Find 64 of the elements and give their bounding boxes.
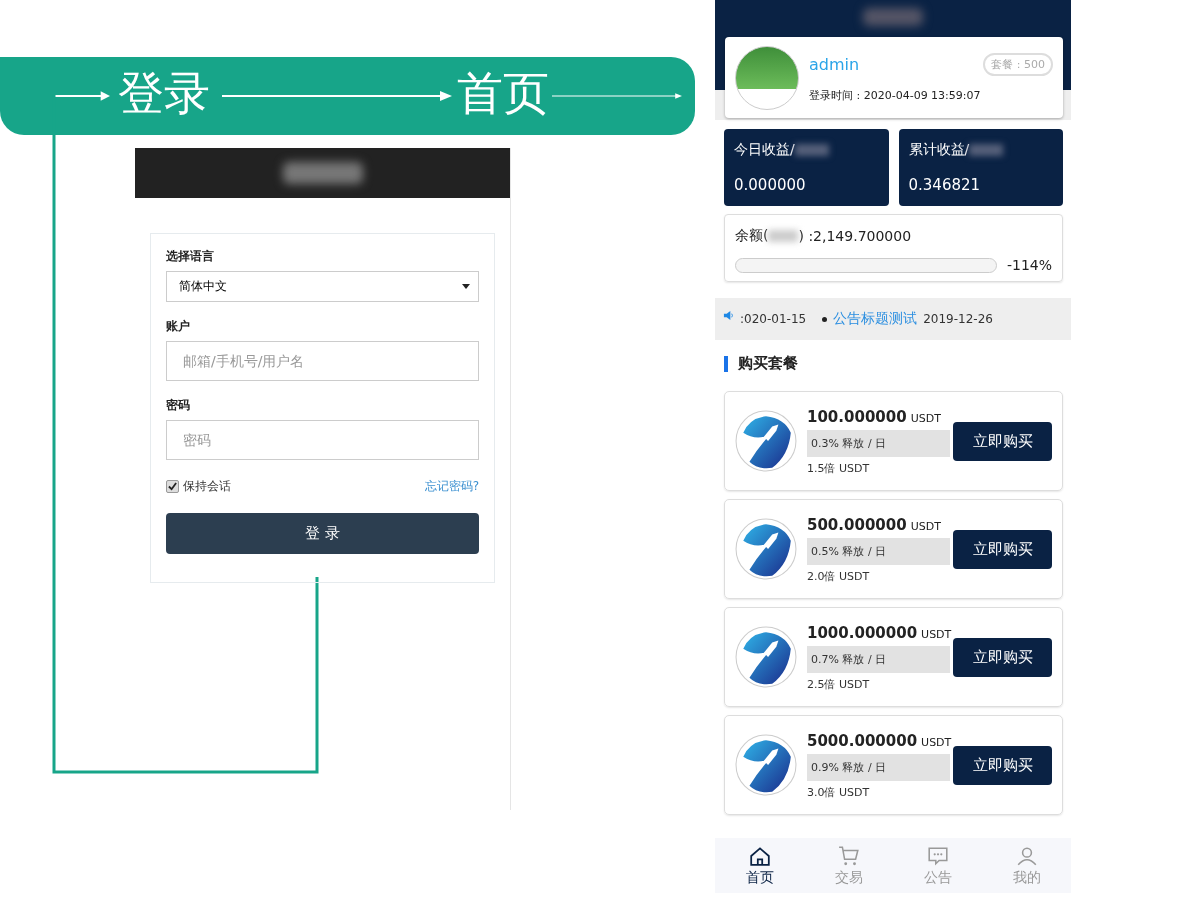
flow-step-label: 登录 — [118, 65, 210, 122]
stat-label: 今日收益/ — [734, 141, 795, 159]
blurred-text — [768, 230, 799, 242]
blurred-text — [794, 144, 829, 156]
speaker-icon — [723, 310, 734, 321]
release-rate: 0.3% 释放 / 日 — [807, 429, 950, 457]
return-multiple: 2.0倍 USDT — [807, 568, 871, 584]
login-button[interactable]: 登 录 — [166, 513, 479, 554]
release-rate: 0.7% 释放 / 日 — [807, 645, 950, 673]
accent-bar — [724, 355, 728, 372]
buy-button[interactable]: 立即购买 — [953, 637, 1052, 677]
login-time: 登录时间 : 2020-04-09 13:59:07 — [809, 87, 982, 103]
package-amount: 100.000000 — [807, 407, 907, 426]
notice-date: :020-01-15 — [740, 312, 807, 326]
return-multiple: 3.0倍 USDT — [807, 784, 871, 800]
username: admin — [809, 54, 860, 74]
checkbox[interactable] — [166, 480, 179, 493]
blurred-text — [969, 144, 1004, 156]
stat-value: 0.346821 — [908, 176, 982, 194]
field-label: 选择语言 — [166, 248, 215, 265]
checkbox-label: 保持会话 — [183, 478, 231, 495]
check-icon — [168, 482, 177, 491]
package-amount: 1000.000000 — [807, 623, 918, 642]
currency-unit: USDT — [910, 411, 941, 425]
blurred-logo — [863, 8, 923, 26]
forgot-password-link[interactable]: 忘记密码? — [424, 478, 479, 495]
account-field[interactable]: 邮箱/手机号/用户名 — [166, 341, 479, 381]
arrow-icon — [552, 90, 682, 102]
caret-icon — [462, 284, 470, 289]
balance-amount: ) :2,149.700000 — [798, 228, 912, 244]
return-multiple: 1.5倍 USDT — [807, 460, 871, 476]
rocket-logo-icon — [735, 626, 797, 688]
buy-button[interactable]: 立即购买 — [953, 421, 1052, 461]
rocket-logo-icon — [735, 734, 797, 796]
cart-icon — [837, 844, 860, 867]
rocket-logo-icon — [735, 410, 797, 472]
bullet-icon — [822, 316, 828, 322]
stat-label: 累计收益/ — [908, 141, 970, 159]
release-rate: 0.5% 释放 / 日 — [807, 537, 950, 565]
currency-unit: USDT — [921, 735, 952, 749]
arrow-icon — [222, 90, 452, 102]
field-label: 密码 — [166, 397, 191, 414]
package-amount: 5000.000000 — [807, 731, 918, 750]
buy-button[interactable]: 立即购买 — [953, 745, 1052, 785]
field-label: 账户 — [166, 318, 191, 335]
progress-reading: -114% — [1006, 257, 1052, 273]
currency-unit: USDT — [910, 519, 941, 533]
currency-unit: USDT — [921, 627, 952, 641]
buy-button[interactable]: 立即购买 — [953, 529, 1052, 569]
language-select[interactable]: 简体中文 — [166, 271, 479, 302]
balance-label: 余额( — [735, 227, 769, 245]
arrow-icon — [54, 90, 110, 102]
stat-value: 0.000000 — [734, 176, 807, 194]
select-value: 简体中文 — [179, 278, 227, 295]
password-field[interactable]: 密码 — [166, 420, 479, 460]
notice-date: 2019-12-26 — [923, 312, 993, 326]
flow-step-label: 首页 — [457, 65, 549, 122]
release-rate: 0.9% 释放 / 日 — [807, 753, 950, 781]
return-multiple: 2.5倍 USDT — [807, 676, 871, 692]
package-amount: 500.000000 — [807, 515, 907, 534]
package-badge: 套餐 : 500 — [983, 52, 1053, 76]
rocket-logo-icon — [735, 518, 797, 580]
nav-tab[interactable]: 首页 — [715, 838, 804, 893]
section-title: 购买套餐 — [738, 354, 798, 373]
